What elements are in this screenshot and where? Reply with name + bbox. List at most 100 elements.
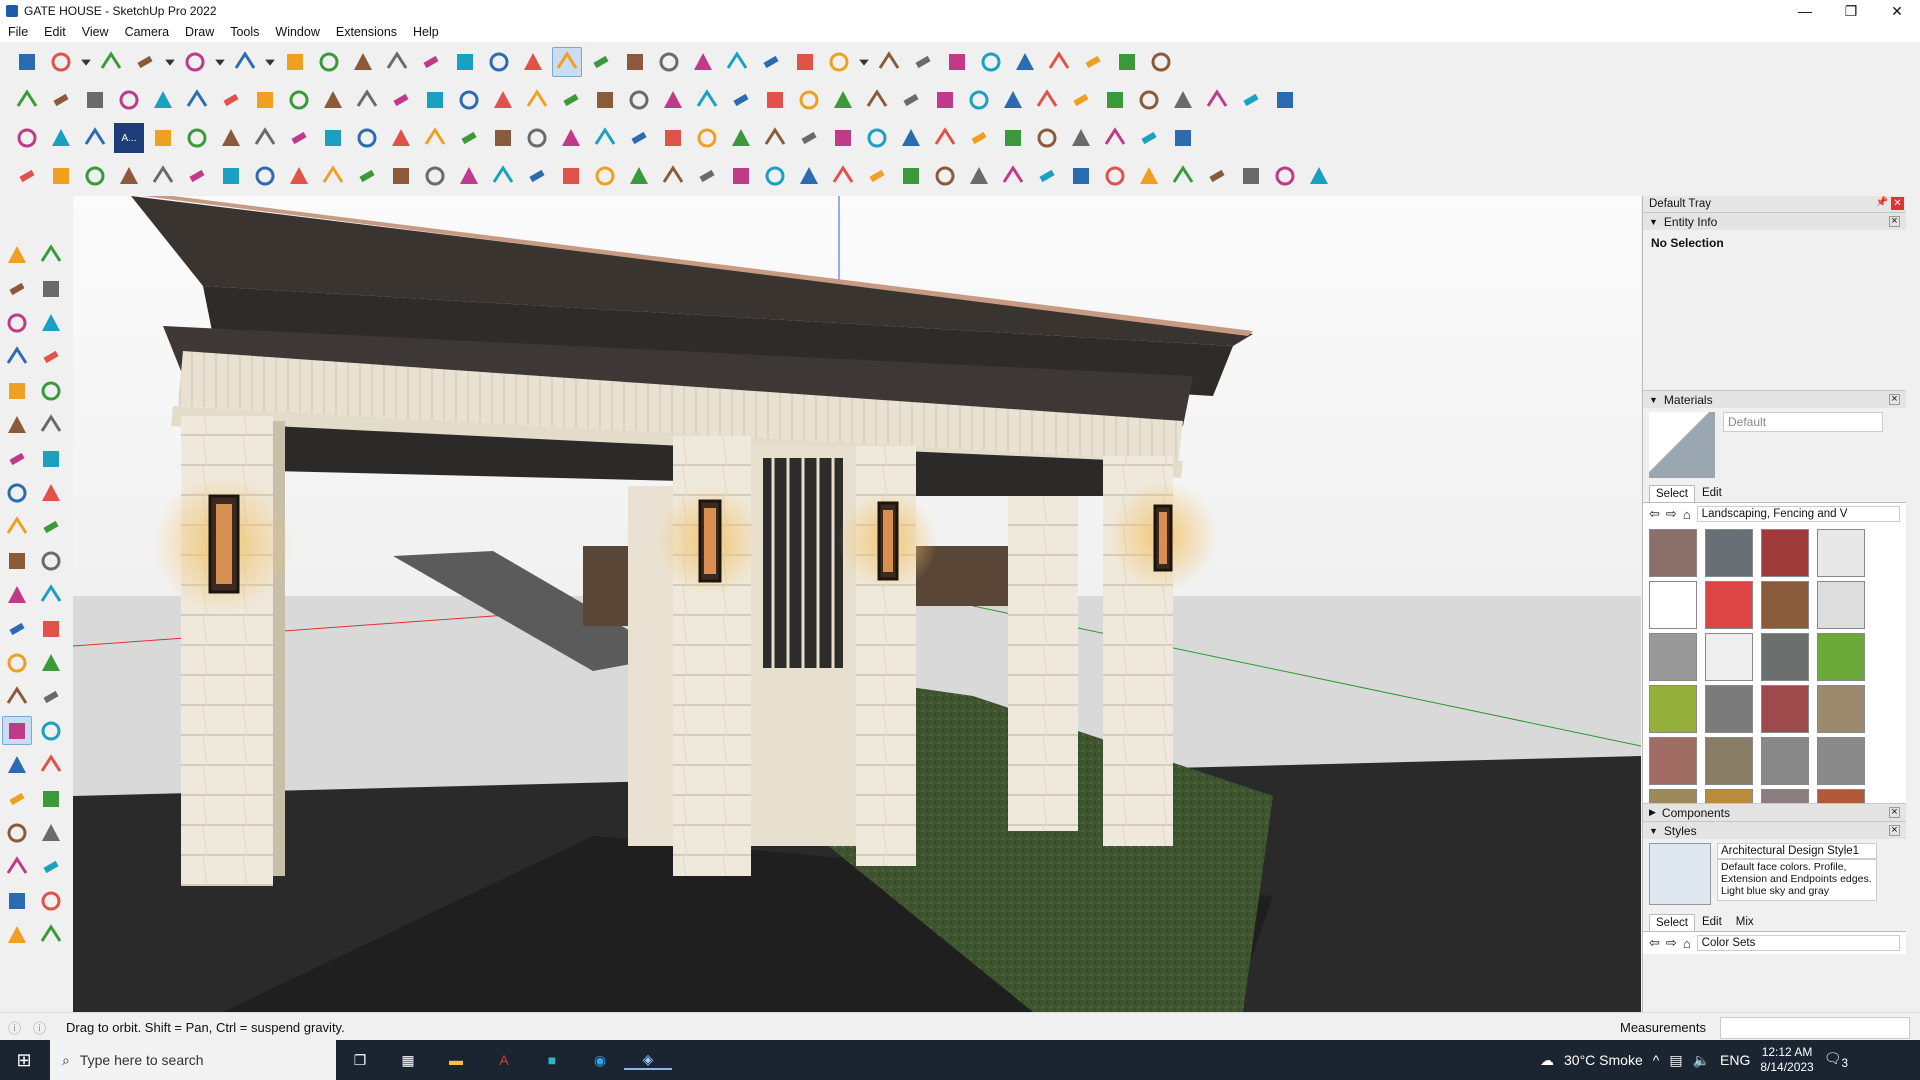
- styles-tab-select[interactable]: Select: [1649, 914, 1695, 931]
- position-camera-icon[interactable]: [2, 818, 32, 847]
- dropdown-icon[interactable]: [214, 47, 226, 77]
- house-2-icon[interactable]: [488, 85, 518, 115]
- zoom-extents-icon[interactable]: [654, 47, 684, 77]
- tool-15-icon[interactable]: [488, 161, 518, 191]
- axes-3d-icon[interactable]: [942, 47, 972, 77]
- section-1-icon[interactable]: [2, 886, 32, 915]
- rotated-rect-icon[interactable]: [36, 376, 66, 405]
- material-swatch[interactable]: [1705, 789, 1753, 803]
- render-5-icon[interactable]: [1202, 85, 1232, 115]
- dropdown-icon[interactable]: [264, 47, 276, 77]
- materials-tab-select[interactable]: Select: [1649, 485, 1695, 502]
- menu-camera[interactable]: Camera: [117, 25, 177, 39]
- red-box-icon[interactable]: [148, 123, 178, 153]
- tool-33-icon[interactable]: [1100, 161, 1130, 191]
- rotate-icon[interactable]: [2, 546, 32, 575]
- blue-box-icon[interactable]: [12, 123, 42, 153]
- tool-38-icon[interactable]: [1270, 161, 1300, 191]
- shape-7-icon[interactable]: [896, 85, 926, 115]
- panel-close-icon[interactable]: ×: [1889, 825, 1900, 836]
- sketchup-taskbar-icon[interactable]: ◈: [624, 1051, 672, 1070]
- section-2-icon[interactable]: [36, 886, 66, 915]
- blue-plane-icon[interactable]: [46, 123, 76, 153]
- orbit-icon[interactable]: [552, 47, 582, 77]
- zoom-window-icon[interactable]: [12, 47, 42, 77]
- curve-red-icon[interactable]: [46, 161, 76, 191]
- shape-4-icon[interactable]: [794, 85, 824, 115]
- weather-icon[interactable]: ☁: [1540, 1052, 1554, 1069]
- axes-icon[interactable]: [726, 123, 756, 153]
- tool-05-icon[interactable]: [148, 161, 178, 191]
- grid-2-icon[interactable]: [386, 123, 416, 153]
- protractor-icon[interactable]: [2, 648, 32, 677]
- text-icon[interactable]: [484, 47, 514, 77]
- arc-3-icon[interactable]: [36, 478, 66, 507]
- cube-red-icon[interactable]: [930, 123, 960, 153]
- dimension-icon[interactable]: [624, 85, 654, 115]
- front-icon[interactable]: [80, 85, 110, 115]
- offset-icon[interactable]: [36, 580, 66, 609]
- eraser-icon[interactable]: [96, 47, 126, 77]
- geo-location-icon[interactable]: ⓘ: [8, 1018, 21, 1037]
- push-pull-icon[interactable]: [280, 47, 310, 77]
- text-icon[interactable]: [36, 648, 66, 677]
- material-swatch[interactable]: [1705, 581, 1753, 629]
- house-1-icon[interactable]: [454, 85, 484, 115]
- green-cross-icon[interactable]: [454, 123, 484, 153]
- material-swatch[interactable]: [1761, 789, 1809, 803]
- materials-header[interactable]: ▼ Materials ×: [1643, 390, 1906, 408]
- tool-13-icon[interactable]: [420, 161, 450, 191]
- render-3-icon[interactable]: [1134, 85, 1164, 115]
- rectangle-icon[interactable]: [230, 47, 260, 77]
- restore-button[interactable]: ❐: [1828, 0, 1874, 22]
- pan-icon[interactable]: [586, 47, 616, 77]
- tool-36-icon[interactable]: [1202, 161, 1232, 191]
- material-swatch[interactable]: [1705, 737, 1753, 785]
- tool-25-icon[interactable]: [828, 161, 858, 191]
- section-4-icon[interactable]: [36, 920, 66, 949]
- taskbar-search[interactable]: ⌕ Type here to search: [50, 1040, 336, 1080]
- tape-measure-icon[interactable]: [2, 614, 32, 643]
- panel-close-icon[interactable]: ×: [1889, 216, 1900, 227]
- layer-2-icon[interactable]: [1032, 85, 1062, 115]
- frame-icon[interactable]: [284, 123, 314, 153]
- styles-header[interactable]: ▼ Styles ×: [1643, 821, 1906, 839]
- model-viewport[interactable]: [73, 196, 1641, 1012]
- panel-close-icon[interactable]: ×: [1889, 807, 1900, 818]
- material-swatch[interactable]: [1705, 633, 1753, 681]
- material-swatch[interactable]: [1649, 685, 1697, 733]
- section-3-icon[interactable]: [2, 920, 32, 949]
- tool-04-icon[interactable]: [114, 161, 144, 191]
- component-1-icon[interactable]: [874, 47, 904, 77]
- material-swatch[interactable]: [1649, 789, 1697, 803]
- calculator-icon[interactable]: ▦: [384, 1052, 432, 1069]
- styles-tab-edit[interactable]: Edit: [1695, 913, 1729, 931]
- arc-icon[interactable]: [2, 444, 32, 473]
- tool-39-icon[interactable]: [1304, 161, 1334, 191]
- shape-2-icon[interactable]: [726, 85, 756, 115]
- tape-measure-icon[interactable]: [450, 47, 480, 77]
- menu-view[interactable]: View: [74, 25, 117, 39]
- network-icon[interactable]: ▤: [1669, 1052, 1682, 1069]
- walk-icon[interactable]: [2, 852, 32, 881]
- line-icon[interactable]: [130, 47, 160, 77]
- arc-2-icon[interactable]: [36, 444, 66, 473]
- 3d-text-icon[interactable]: [36, 682, 66, 711]
- home-icon[interactable]: ⌂: [1683, 936, 1691, 951]
- shape-1-icon[interactable]: [692, 85, 722, 115]
- component-icon[interactable]: [2, 308, 32, 337]
- solid-4-icon[interactable]: [352, 85, 382, 115]
- rotate-icon[interactable]: [382, 47, 412, 77]
- move-icon[interactable]: [2, 512, 32, 541]
- arc-yellow-icon[interactable]: [624, 123, 654, 153]
- scale-icon[interactable]: [416, 47, 446, 77]
- warehouse-upload-icon[interactable]: [1112, 47, 1142, 77]
- section-plane-icon[interactable]: [36, 852, 66, 881]
- styles-tab-mix[interactable]: Mix: [1729, 913, 1761, 931]
- material-swatch[interactable]: [1649, 529, 1697, 577]
- edge-icon[interactable]: ◉: [576, 1052, 624, 1069]
- tool-18-icon[interactable]: [590, 161, 620, 191]
- pyramid-icon[interactable]: [590, 123, 620, 153]
- sandbox-2-icon[interactable]: [420, 85, 450, 115]
- menu-file[interactable]: File: [0, 25, 36, 39]
